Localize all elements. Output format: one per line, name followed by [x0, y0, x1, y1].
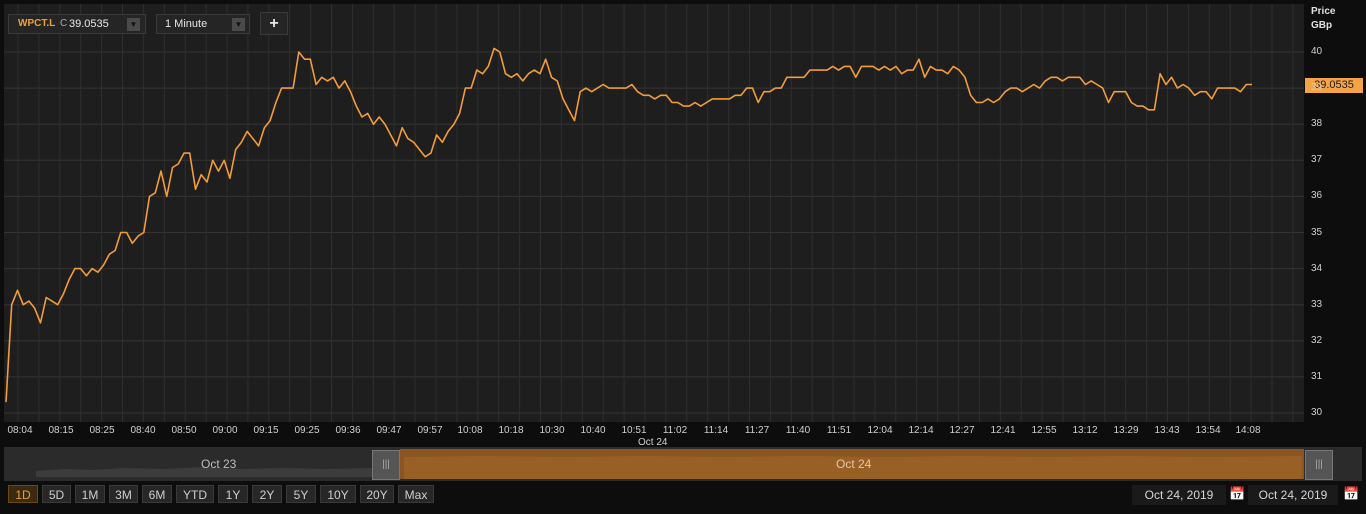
- range-button-max[interactable]: Max: [398, 485, 434, 503]
- grip-icon: |||: [382, 459, 390, 470]
- range-button-20y[interactable]: 20Y: [360, 485, 394, 503]
- x-tick-label: 09:57: [417, 425, 443, 436]
- range-button-ytd[interactable]: YTD: [176, 485, 214, 503]
- x-tick-label: 08:15: [48, 425, 74, 436]
- interval-label: 1 Minute: [165, 18, 208, 30]
- quote-value: 39.0535: [69, 18, 109, 30]
- x-tick-label: 12:55: [1031, 425, 1057, 436]
- x-tick-label: 11:40: [785, 425, 811, 436]
- timeline-left-handle[interactable]: |||: [372, 450, 400, 480]
- range-button-6m[interactable]: 6M: [142, 485, 172, 503]
- price-axis-label: Price: [1311, 6, 1336, 17]
- interval-selector[interactable]: 1 Minute ▼: [156, 14, 250, 34]
- grip-icon: |||: [1315, 459, 1323, 470]
- x-tick-label: 09:00: [212, 425, 238, 436]
- x-tick-label: 08:40: [130, 425, 156, 436]
- range-button-5y[interactable]: 5Y: [286, 485, 316, 503]
- chevron-down-icon[interactable]: ▼: [127, 18, 140, 31]
- y-tick-label: 36: [1311, 190, 1323, 202]
- chart-area[interactable]: [4, 4, 1304, 422]
- x-tick-label: 11:02: [662, 425, 688, 436]
- symbol-label: WPCT.L: [18, 18, 56, 29]
- y-tick-label: 39: [1311, 82, 1323, 94]
- symbol-selector[interactable]: WPCT.L C 39.0535 ▼: [8, 14, 146, 34]
- range-button-1m[interactable]: 1M: [75, 485, 105, 503]
- x-tick-label: 08:25: [89, 425, 115, 436]
- x-tick-label: 13:29: [1113, 425, 1139, 436]
- x-tick-label: 10:40: [580, 425, 606, 436]
- timeline-right-handle[interactable]: |||: [1305, 450, 1333, 480]
- quote-prefix: C: [60, 18, 68, 29]
- price-chart[interactable]: [4, 4, 1304, 422]
- x-tick-label: 09:25: [294, 425, 320, 436]
- x-tick-label: 09:36: [335, 425, 361, 436]
- x-tick-label: 14:08: [1235, 425, 1261, 436]
- add-series-button[interactable]: +: [260, 12, 288, 35]
- chevron-down-icon[interactable]: ▼: [232, 18, 245, 31]
- x-tick-label: 09:15: [253, 425, 279, 436]
- currency-axis-label: GBp: [1311, 20, 1333, 31]
- range-button-1y[interactable]: 1Y: [218, 485, 248, 503]
- x-tick-label: 10:18: [498, 425, 524, 436]
- y-tick-label: 38: [1311, 118, 1323, 130]
- x-tick-label: 10:51: [621, 425, 647, 436]
- x-tick-label: 13:54: [1195, 425, 1221, 436]
- range-button-3m[interactable]: 3M: [109, 485, 138, 503]
- range-button-2y[interactable]: 2Y: [252, 485, 282, 503]
- x-tick-label: 12:27: [949, 425, 975, 436]
- timeline-left-label: Oct 23: [201, 457, 237, 471]
- y-tick-label: 34: [1311, 262, 1323, 274]
- x-tick-label: 08:50: [171, 425, 197, 436]
- y-tick-label: 32: [1311, 334, 1323, 346]
- y-tick-label: 40: [1311, 46, 1323, 57]
- x-tick-label: 09:47: [376, 425, 402, 436]
- x-tick-label: 10:08: [457, 425, 483, 436]
- y-tick-label: 31: [1311, 370, 1323, 382]
- x-tick-label: 13:12: [1072, 425, 1098, 436]
- timeline-navigator[interactable]: Oct 23 Oct 24: [4, 447, 1362, 481]
- x-tick-label: 13:43: [1154, 425, 1180, 436]
- y-tick-label: 35: [1311, 226, 1323, 238]
- x-tick-label: 11:27: [744, 425, 770, 436]
- y-tick-label: 30: [1311, 407, 1323, 418]
- range-button-10y[interactable]: 10Y: [320, 485, 356, 503]
- x-tick-label: 12:41: [990, 425, 1016, 436]
- x-tick-label: 11:14: [703, 425, 729, 436]
- date-from-field[interactable]: Oct 24, 2019: [1132, 485, 1226, 505]
- range-button-1d[interactable]: 1D: [8, 485, 38, 503]
- calendar-icon[interactable]: 📅: [1229, 486, 1245, 502]
- x-tick-label: 12:04: [867, 425, 893, 436]
- price-series-line: [5, 47, 1252, 403]
- plus-icon: +: [269, 15, 279, 32]
- y-tick-label: 33: [1311, 298, 1323, 310]
- y-tick-label: 37: [1311, 154, 1323, 166]
- x-tick-label: 08:04: [7, 425, 33, 436]
- x-tick-label: 12:14: [908, 425, 934, 436]
- date-to-field[interactable]: Oct 24, 2019: [1248, 485, 1338, 505]
- range-button-5d[interactable]: 5D: [42, 485, 71, 503]
- x-tick-label: 11:51: [826, 425, 852, 436]
- calendar-icon[interactable]: 📅: [1343, 486, 1359, 502]
- timeline-right-label: Oct 24: [836, 457, 872, 471]
- x-tick-label: 10:30: [539, 425, 565, 436]
